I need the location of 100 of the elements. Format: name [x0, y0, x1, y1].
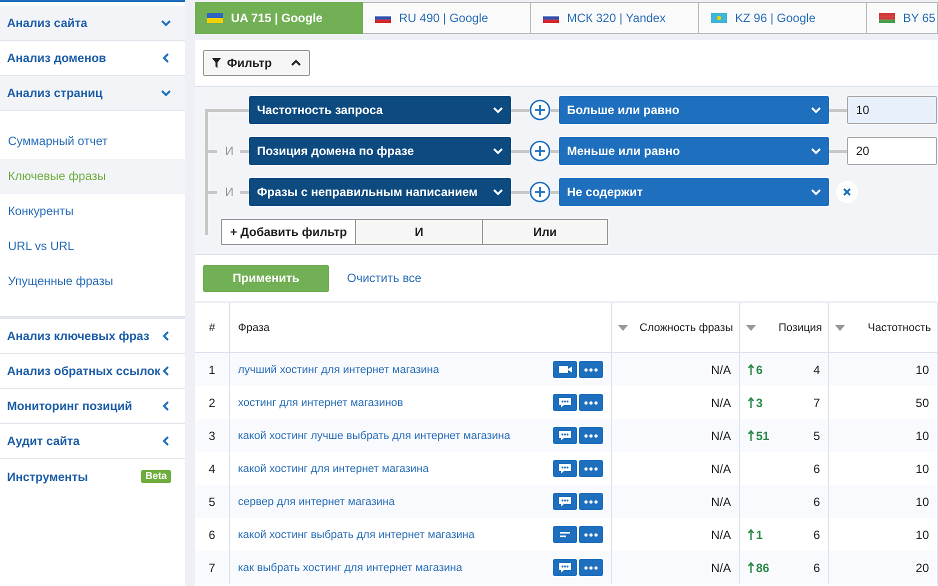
value-input[interactable]: 10 [847, 96, 937, 124]
field-dropdown[interactable]: Позиция домена по фразе [249, 137, 511, 165]
speech-bubble-icon [558, 562, 572, 573]
column-header: Фраза [238, 322, 270, 334]
comment-button[interactable] [553, 559, 577, 576]
remove-button[interactable] [836, 181, 858, 203]
phrase-link[interactable]: хостинг для интернет магазинов [238, 396, 404, 408]
plus-circle-icon[interactable] [529, 99, 551, 121]
position-change: 86 [748, 560, 770, 574]
region-tab[interactable]: BY 65 [867, 2, 938, 34]
field-dropdown[interactable]: Частотность запроса [249, 96, 511, 124]
frequency-value: 10 [916, 528, 929, 542]
operator-dropdown[interactable]: Не содержит [559, 178, 829, 206]
sort-icon[interactable] [618, 324, 628, 330]
field-dropdown[interactable]: Фразы с неправильным написанием [249, 178, 511, 206]
more-button[interactable] [579, 361, 603, 378]
comment-button[interactable] [553, 394, 577, 411]
position-change: 6 [748, 362, 763, 376]
up-arrow-icon [748, 397, 754, 408]
sidebar-item[interactable]: Упущенные фразы [0, 264, 185, 299]
position-value: 6 [813, 462, 820, 476]
phrase-link[interactable]: какой хостинг для интернет магазина [238, 462, 429, 474]
region-tab[interactable]: МСК 320 | Yandex [531, 2, 699, 34]
frequency-value: 20 [916, 560, 929, 574]
row-number: 2 [208, 396, 216, 410]
up-arrow-icon [748, 529, 754, 540]
difficulty-value: N/A [710, 362, 731, 376]
region-tab[interactable]: UA 715 | Google [195, 2, 363, 34]
dots-icon [584, 400, 598, 404]
more-button[interactable] [579, 559, 603, 576]
sidebar-item[interactable]: Суммарный отчет [0, 124, 185, 159]
sort-icon[interactable] [746, 324, 756, 330]
sidebar-section[interactable]: Анализ ключевых фраз [0, 319, 185, 354]
difficulty-value: N/A [710, 560, 731, 574]
difficulty-value: N/A [710, 462, 731, 476]
add-filter-button[interactable]: Или [483, 219, 608, 245]
sidebar-section[interactable]: Инструменты Beta [0, 459, 185, 494]
more-button[interactable] [579, 394, 603, 411]
region-tab[interactable]: KZ 96 | Google [699, 2, 867, 34]
sidebar-item[interactable]: Конкуренты [0, 194, 185, 229]
row-number: 7 [208, 560, 216, 574]
dots-icon [584, 500, 598, 504]
sidebar-section[interactable]: Анализ сайта [0, 6, 185, 41]
phrase-link[interactable]: сервер для интернет магазина [238, 496, 395, 508]
chevron-down-icon [811, 105, 821, 115]
more-button[interactable] [579, 493, 603, 510]
frequency-value: 10 [916, 462, 929, 476]
difficulty-value: N/A [710, 396, 731, 410]
clear-all-link[interactable]: Очистить все [347, 271, 422, 285]
speech-bubble-icon [558, 496, 572, 507]
sidebar-section[interactable]: Мониторинг позиций [0, 389, 185, 424]
sidebar-section[interactable]: Анализ обратных ссылок [0, 354, 185, 389]
add-filter-button[interactable]: И [356, 219, 483, 245]
row-number: 1 [208, 362, 216, 376]
plus-circle-icon[interactable] [529, 181, 551, 203]
position-change: 1 [748, 528, 763, 542]
chevron-down-icon [811, 146, 821, 156]
dots-icon [584, 566, 598, 570]
video-button[interactable] [553, 361, 577, 378]
comment-button[interactable] [553, 460, 577, 477]
sidebar-section[interactable]: Аудит сайта [0, 424, 185, 459]
and-label: И [224, 185, 235, 199]
chevron-down-icon [493, 187, 503, 197]
operator-dropdown[interactable]: Меньше или равно [559, 137, 829, 165]
chevron-down-icon [161, 88, 171, 98]
frequency-value: 10 [916, 362, 929, 376]
add-filter-button[interactable]: + Добавить фильтр [221, 219, 356, 245]
position-change: 51 [748, 428, 770, 442]
filter-button[interactable]: Фильтр [203, 50, 310, 76]
difficulty-value: N/A [710, 428, 731, 442]
and-label: И [224, 144, 235, 158]
sidebar-section[interactable]: Анализ страниц [0, 76, 185, 111]
row-number: 6 [208, 528, 216, 542]
phrase-link[interactable]: какой хостинг выбрать для интернет магазина [238, 528, 475, 540]
text-button[interactable] [553, 526, 577, 543]
sidebar-item[interactable]: URL vs URL [0, 229, 185, 264]
speech-bubble-icon [558, 430, 572, 441]
region-tab[interactable]: RU 490 | Google [363, 2, 531, 34]
more-button[interactable] [579, 460, 603, 477]
plus-circle-icon[interactable] [529, 140, 551, 162]
phrase-link[interactable]: лучший хостинг для интернет магазина [238, 364, 440, 376]
speech-bubble-icon [558, 397, 572, 408]
operator-dropdown[interactable]: Больше или равно [559, 96, 829, 124]
dots-icon [584, 434, 598, 438]
column-header[interactable]: Сложность фразы [640, 318, 733, 338]
more-button[interactable] [579, 427, 603, 444]
chevron-left-icon [161, 331, 171, 341]
row-number: 3 [208, 428, 216, 442]
chevron-left-icon [161, 53, 171, 63]
chevron-down-icon [493, 105, 503, 115]
comment-button[interactable] [553, 427, 577, 444]
comment-button[interactable] [553, 493, 577, 510]
more-button[interactable] [579, 526, 603, 543]
value-input[interactable]: 20 [847, 137, 937, 165]
column-header[interactable]: Позиция [778, 318, 822, 338]
column-header[interactable]: Частотность [868, 318, 931, 338]
apply-button[interactable]: Применить [203, 264, 329, 292]
position-value: 4 [813, 362, 820, 376]
lines-icon [558, 529, 572, 540]
sort-icon[interactable] [835, 324, 845, 330]
